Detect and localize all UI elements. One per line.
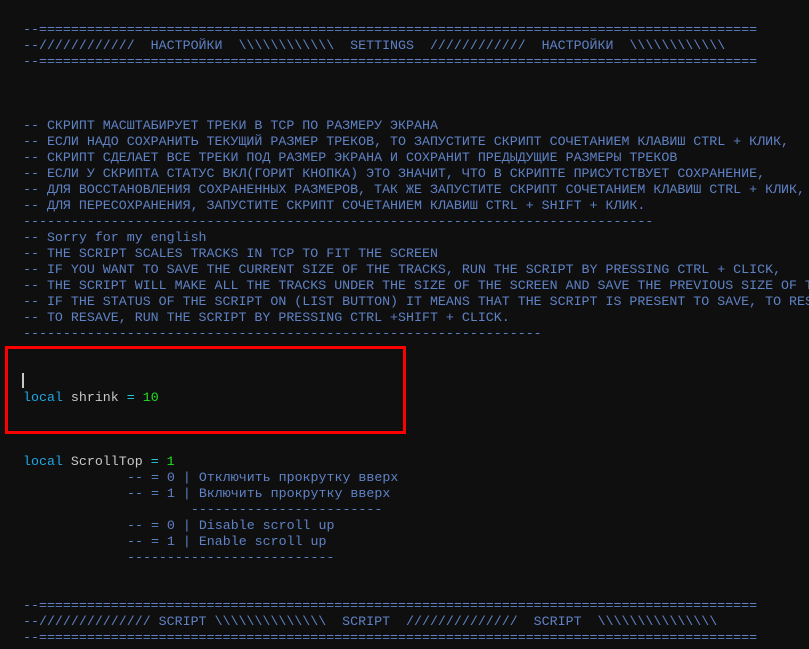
keyword-local: local	[23, 390, 63, 405]
comment-line: -- ДЛЯ ПЕРЕСОХРАНЕНИЯ, ЗАПУСТИТЕ СКРИПТ …	[23, 198, 646, 213]
keyword-local: local	[23, 454, 63, 469]
variable-shrink: shrink	[70, 390, 119, 405]
text-cursor	[22, 373, 24, 388]
comment-line: -- IF YOU WANT TO SAVE THE CURRENT SIZE …	[23, 262, 782, 277]
assign-operator: =	[126, 390, 135, 405]
scrolltop-comment: -- = 1 | Enable scroll up	[127, 534, 327, 549]
comment-line: -- ДЛЯ ВОССТАНОВЛЕНИЯ СОХРАНЕННЫХ РАЗМЕР…	[23, 182, 805, 197]
scrolltop-comment-divider: ------------------------	[127, 502, 383, 517]
comment-divider: ----------------------------------------…	[23, 214, 654, 229]
header-title: --//////////// НАСТРОЙКИ \\\\\\\\\\\\ SE…	[23, 38, 726, 53]
footer-title: --////////////// SCRIPT \\\\\\\\\\\\\\ S…	[23, 614, 718, 629]
comment-line: -- THE SCRIPT SCALES TRACKS IN TCP TO FI…	[23, 246, 438, 261]
comment-line: -- СКРИПТ МАСШТАБИРУЕТ ТРЕКИ В TCP ПО РА…	[23, 118, 438, 133]
shrink-setting-line[interactable]: local shrink = 10	[23, 390, 159, 406]
scrolltop-value[interactable]: 1	[167, 454, 175, 469]
scrolltop-comment: -- = 0 | Отключить прокрутку вверх	[127, 470, 399, 485]
comment-line: -- Sorry for my english	[23, 230, 207, 245]
footer-border-top: --======================================…	[23, 598, 758, 613]
comment-line: -- TO RESAVE, RUN THE SCRIPT BY PRESSING…	[23, 310, 510, 325]
comment-line: -- ЕСЛИ У СКРИПТА СТАТУС ВКЛ(ГОРИТ КНОПК…	[23, 166, 766, 181]
header-border-top: --======================================…	[23, 22, 758, 37]
scrolltop-setting-line[interactable]: local ScrollTop = 1	[23, 454, 175, 470]
comment-line: -- СКРИПТ СДЕЛАЕТ ВСЕ ТРЕКИ ПОД РАЗМЕР Э…	[23, 150, 678, 165]
comment-line: -- IF THE STATUS OF THE SCRIPT ON (LIST …	[23, 294, 809, 309]
comment-line: -- THE SCRIPT WILL MAKE ALL THE TRACKS U…	[23, 278, 809, 293]
comment-divider: ----------------------------------------…	[23, 326, 542, 341]
header-border-bottom: --======================================…	[23, 54, 758, 69]
scrolltop-comment-divider: --------------------------	[127, 550, 335, 565]
scrolltop-comment: -- = 1 | Включить прокрутку вверх	[127, 486, 391, 501]
comment-line: -- ЕСЛИ НАДО СОХРАНИТЬ ТЕКУЩИЙ РАЗМЕР ТР…	[23, 134, 790, 149]
assign-operator: =	[150, 454, 159, 469]
variable-scrolltop: ScrollTop	[70, 454, 143, 469]
footer-border-bottom: --======================================…	[23, 630, 758, 645]
scrolltop-comment: -- = 0 | Disable scroll up	[127, 518, 335, 533]
code-editor[interactable]: --======================================…	[0, 0, 809, 649]
shrink-value[interactable]: 10	[143, 390, 159, 405]
